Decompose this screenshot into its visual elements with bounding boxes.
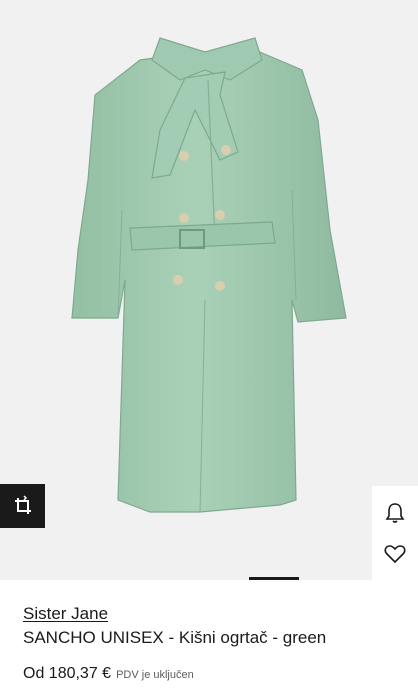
gallery-position-indicator <box>249 577 299 580</box>
product-name: SANCHO UNISEX - Kišni ogrtač - green <box>23 628 327 647</box>
crop-rotate-icon <box>14 495 31 514</box>
product-details: Sister Jane SANCHO UNISEX - Kišni ogrtač… <box>23 603 402 649</box>
bell-icon <box>385 502 405 523</box>
heart-icon <box>384 544 406 563</box>
vat-note: PDV je uključen <box>116 669 194 681</box>
green-trench-coat-image <box>71 37 347 513</box>
notify-button[interactable] <box>378 496 412 530</box>
product-price: Od 180,37 € <box>23 665 112 682</box>
brand-link[interactable]: Sister Jane <box>23 603 108 625</box>
price-row: Od 180,37 € PDV je uključen <box>23 665 194 683</box>
image-actions <box>372 486 418 580</box>
ar-view-button[interactable] <box>0 484 45 528</box>
wishlist-button[interactable] <box>378 537 412 571</box>
product-image[interactable] <box>0 0 418 580</box>
